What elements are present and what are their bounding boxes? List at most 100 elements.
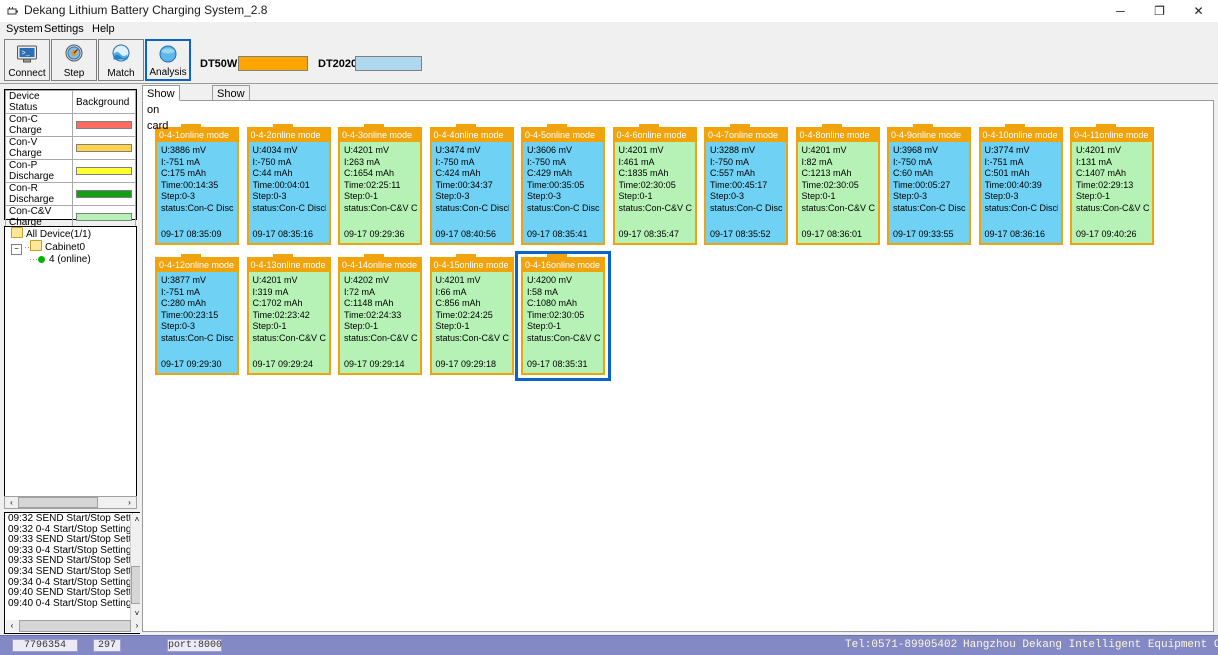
battery-card[interactable]: 0-4-5online mode U:3606 mV I:-750 mA C:429 …	[521, 124, 605, 245]
battery-card[interactable]: 0-4-11online mode U:4201 mV I:131 mA C:1407…	[1070, 124, 1154, 245]
card-timestamp: 09-17 09:33:55	[893, 229, 954, 239]
card-current: I:-751 mA	[161, 286, 201, 297]
tree-node-cabinet0[interactable]: − ·· Cabinet0	[5, 240, 136, 255]
battery-card[interactable]: 0-4-15online mode U:4201 mV I:66 mA C:856 m…	[429, 254, 514, 375]
device-tree[interactable]: All Device(1/1) − ·· Cabinet0 ··· 4 (online…	[4, 226, 137, 508]
maximize-button[interactable]: ❐	[1140, 0, 1179, 22]
card-capacity: C:856 mAh	[435, 298, 481, 309]
battery-card[interactable]: 0-4-14online mode U:4202 mV I:72 mA C:1148 …	[338, 254, 422, 375]
card-capacity: C:1407 mAh	[1076, 168, 1127, 179]
battery-card[interactable]: 0-4-9online mode U:3968 mV I:-750 mA C:60 m…	[887, 124, 971, 245]
card-title: 0-4-3online mode	[340, 129, 420, 142]
card-voltage: U:4201 mV	[435, 275, 481, 285]
card-step: Step:0-1	[435, 321, 470, 332]
dt2020-color-swatch[interactable]	[355, 56, 422, 71]
device-status-legend: Device Status Background Con-C Charge Co…	[4, 89, 137, 278]
battery-card[interactable]: 0-4-3online mode U:4201 mV I:263 mA C:1654 …	[338, 124, 422, 245]
connect-button[interactable]: >_ Connect	[4, 39, 50, 81]
card-timestamp: 09-17 09:29:24	[252, 359, 314, 369]
tree-node-label: All Device(1/1)	[26, 229, 92, 240]
card-title: 0-4-10online mode	[980, 129, 1061, 142]
menu-item-settings[interactable]: Settings	[44, 22, 84, 37]
card-status: status:Con-C&V C…	[618, 202, 692, 213]
card-capacity: C:1213 mAh	[801, 168, 852, 179]
card-current: I:319 mA	[252, 286, 289, 297]
scroll-left-icon[interactable]: ‹	[5, 497, 18, 508]
legend-color-swatch	[76, 213, 132, 221]
card-current: I:-750 mA	[252, 156, 292, 167]
card-status: status:Con-C&V C…	[252, 332, 326, 343]
card-time: Time:02:25:11	[344, 179, 401, 190]
card-time: Time:02:24:25	[435, 309, 493, 320]
match-button[interactable]: Match	[98, 39, 144, 81]
folder-icon	[11, 227, 23, 238]
battery-card[interactable]: 0-4-6online mode U:4201 mV I:461 mA C:1835 …	[612, 124, 697, 245]
battery-card[interactable]: 0-4-13online mode U:4201 mV I:319 mA C:1702…	[246, 254, 331, 375]
tree-horizontal-scrollbar[interactable]: ‹ ›	[4, 496, 137, 509]
analysis-button[interactable]: Analysis	[145, 39, 191, 81]
gauge-icon	[62, 43, 87, 65]
log-row: 09:32 SEND Start/Stop Settings	[8, 513, 145, 524]
menu-bar: System Settings Help	[0, 22, 1218, 37]
log-panel[interactable]: 09:32 SEND Start/Stop Settings 09:32 0-4…	[4, 512, 145, 634]
battery-card[interactable]: 0-4-7online mode U:3288 mV I:-750 mA C:557 …	[704, 124, 788, 245]
card-step: Step:0-3	[710, 191, 745, 202]
card-time: Time:02:23:42	[252, 309, 310, 320]
menu-item-system[interactable]: System	[6, 22, 43, 37]
dt50w-color-swatch[interactable]	[238, 56, 308, 71]
card-step: Step:0-3	[893, 191, 928, 202]
card-voltage: U:4201 mV	[1076, 145, 1122, 155]
scrollbar-thumb[interactable]	[18, 497, 98, 508]
card-body: U:4201 mV I:263 mA C:1654 mAh Time:02:25:11…	[340, 142, 420, 243]
battery-card[interactable]: 0-4-10online mode U:3774 mV I:-751 mA C:501…	[978, 124, 1063, 245]
card-timestamp: 09-17 09:29:18	[435, 359, 497, 369]
card-capacity: C:424 mAh	[435, 168, 481, 179]
scroll-right-icon[interactable]: ›	[123, 497, 136, 508]
log-horizontal-scrollbar[interactable]: ‹ ›	[6, 620, 143, 632]
step-button[interactable]: Step	[51, 39, 97, 81]
card-body: U:3886 mV I:-751 mA C:175 mAh Time:00:14:35…	[157, 142, 237, 243]
legend-status-label: Con-R Discharge	[5, 182, 73, 206]
card-status: status:Con-C&V C…	[801, 202, 875, 213]
card-current: I:58 mA	[527, 286, 559, 297]
scroll-left-icon[interactable]: ‹	[6, 620, 18, 632]
legend-color-swatch	[76, 167, 132, 175]
battery-card[interactable]: 0-4-8online mode U:4201 mV I:82 mA C:1213 m…	[795, 124, 880, 245]
folder-icon	[30, 240, 42, 251]
minimize-button[interactable]: ─	[1101, 0, 1140, 22]
battery-card[interactable]: 0-4-16online mode U:4200 mV I:58 mA C:1080 …	[515, 251, 611, 381]
battery-card[interactable]: 0-4-12online mode U:3877 mV I:-751 mA C:280…	[155, 254, 239, 375]
battery-card[interactable]: 0-4-1online mode U:3886 mV I:-751 mA C:175 …	[155, 124, 239, 245]
card-time: Time:02:30:05	[801, 179, 859, 190]
card-timestamp: 09-17 08:40:56	[435, 229, 497, 239]
legend-status-label: Con-P Discharge	[5, 159, 73, 183]
tab-show-on-card[interactable]: Show on card	[142, 85, 180, 132]
battery-card[interactable]: 0-4-2online mode U:4034 mV I:-750 mA C:44 m…	[246, 124, 331, 245]
scrollbar-thumb[interactable]	[19, 620, 131, 632]
menu-item-help[interactable]: Help	[92, 22, 115, 37]
card-time: Time:02:30:05	[618, 179, 676, 190]
card-time: Time:00:34:37	[435, 179, 493, 190]
card-body: U:3474 mV I:-750 mA C:424 mAh Time:00:34:37…	[432, 142, 512, 243]
close-button[interactable]: ✕	[1179, 0, 1218, 22]
tab-show-on-list[interactable]: Show on list	[212, 85, 250, 132]
card-title: 0-4-11online mode	[1072, 129, 1152, 142]
card-timestamp: 09-17 09:29:30	[161, 359, 222, 369]
card-current: I:-751 mA	[161, 156, 201, 167]
legend-row: Con-C Charge	[5, 113, 136, 137]
card-body: U:4201 mV I:66 mA C:856 mAh Time:02:24:25 St…	[432, 272, 512, 373]
card-title: 0-4-9online mode	[889, 129, 969, 142]
status-company: Hangzhou Dekang Intelligent Equipment Co…	[963, 639, 1218, 651]
card-body: U:4201 mV I:319 mA C:1702 mAh Time:02:23:42…	[249, 272, 329, 373]
legend-status-label: Con-V Charge	[5, 136, 73, 160]
tree-node-device-4[interactable]: ··· 4 (online)	[5, 253, 136, 266]
card-current: I:461 mA	[618, 156, 655, 167]
card-capacity: C:557 mAh	[710, 168, 756, 179]
tree-node-all-device[interactable]: All Device(1/1)	[5, 227, 136, 240]
card-step: Step:0-1	[801, 191, 836, 202]
log-row: 09:40 0-4 Start/Stop Settings S	[8, 597, 145, 609]
card-timestamp: 09-17 08:35:52	[710, 229, 771, 239]
battery-card[interactable]: 0-4-4online mode U:3474 mV I:-750 mA C:424 …	[429, 124, 514, 245]
card-body: U:4201 mV I:461 mA C:1835 mAh Time:02:30:05…	[615, 142, 695, 243]
status-counter-1: 7796354	[12, 639, 78, 652]
